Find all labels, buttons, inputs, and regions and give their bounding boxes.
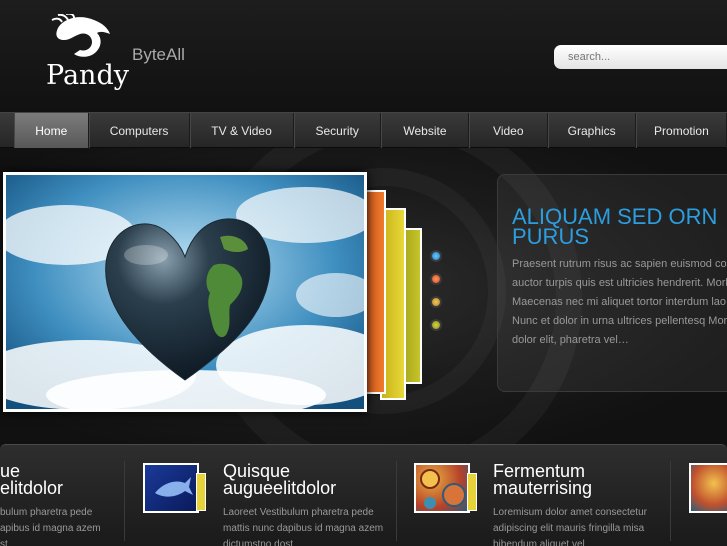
slide-caption: Aliquam sed orn Purus Praesent rutrum ri… — [497, 174, 727, 392]
nav-item-promotion[interactable]: Promotion — [635, 113, 727, 148]
feature-3-body-line: Loremisum dolor amet consectetur — [493, 507, 647, 518]
feature-2-body-line: mattis nunc dapibus id magna azem — [223, 523, 384, 534]
feature-1-title-line2[interactable]: elitdolor — [0, 479, 63, 497]
hero-slider: Aliquam sed orn Purus Praesent rutrum ri… — [0, 148, 727, 444]
thumb-stack-decor — [467, 473, 477, 511]
nav-item-computers[interactable]: Computers — [88, 113, 190, 148]
feature-3-thumbnail[interactable] — [414, 463, 470, 513]
nav-item-home[interactable]: Home — [14, 113, 89, 148]
brand-name[interactable]: Pandy — [46, 60, 129, 91]
horse-logo-icon[interactable] — [50, 14, 112, 60]
nav-item-graphics[interactable]: Graphics — [547, 113, 636, 148]
feature-2-body: Laoreet Vestibulum pharetra pede mattis … — [223, 505, 393, 546]
feature-2-title-line2[interactable]: augueelitdolor — [223, 479, 336, 497]
feature-3-title-line2[interactable]: mauterrising — [493, 479, 592, 497]
site-header: Pandy ByteAll — [0, 0, 727, 112]
nav-item-security[interactable]: Security — [293, 113, 381, 148]
feature-divider — [124, 461, 125, 541]
feature-3-body: Loremisum dolor amet consectetur adipisc… — [493, 505, 663, 546]
feature-divider — [396, 461, 397, 541]
fish-icon — [155, 477, 193, 497]
main-nav: Home Computers TV & Video Security Websi… — [0, 112, 727, 148]
slide-title-line2[interactable]: Purus — [512, 226, 722, 248]
feature-4-thumbnail[interactable] — [689, 463, 727, 513]
pattern-icon — [420, 469, 466, 509]
slide-dot-3[interactable] — [430, 296, 442, 308]
feature-3-body-line: adipiscing elit mauris fringilla misa — [493, 523, 645, 534]
nav-item-video[interactable]: Video — [469, 113, 548, 148]
slide-dot-1[interactable] — [430, 250, 442, 262]
feature-strip: ue elitdolor bulum pharetra pede apibus … — [0, 444, 727, 546]
slide-dot-2[interactable] — [430, 273, 442, 285]
thumb-stack-decor — [196, 473, 206, 511]
slide-photo[interactable] — [0, 172, 396, 420]
feature-2-body-line: Laoreet Vestibulum pharetra pede — [223, 507, 374, 518]
slide-body-text: Praesent rutrum risus ac sapien euismod … — [512, 258, 727, 346]
slide-dot-4[interactable] — [430, 319, 442, 331]
nav-item-tv-video[interactable]: TV & Video — [189, 113, 294, 148]
nav-item-website[interactable]: Website — [380, 113, 470, 148]
feature-2-thumbnail[interactable] — [143, 463, 199, 513]
feature-1-body-line: apibus id magna azem — [0, 523, 101, 534]
brand-tagline: ByteAll — [132, 45, 185, 64]
heart-earth-image — [0, 175, 396, 420]
feature-divider — [670, 461, 671, 541]
search-input[interactable] — [554, 45, 727, 69]
